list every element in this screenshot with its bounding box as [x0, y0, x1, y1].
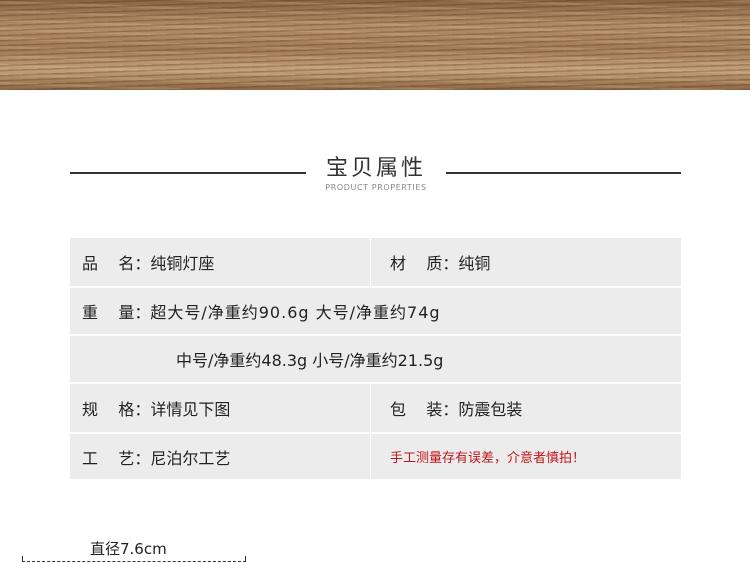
row-value: 纯铜	[458, 254, 491, 273]
label-name: 品 名： 纯铜灯座	[82, 238, 214, 286]
weight-continued: 中号/净重约48.3g 小号/净重约21.5g	[176, 336, 443, 382]
section-header: 宝贝属性 PRODUCT PROPERTIES	[0, 148, 750, 198]
section-subtitle: PRODUCT PROPERTIES	[325, 183, 427, 192]
diameter-label: 直径7.6cm	[90, 540, 167, 558]
warning-text: 手工测量存有误差，介意者慎拍！	[390, 451, 586, 466]
table-row: 规 格： 详情见下图 包 装： 防震包装	[70, 384, 681, 432]
dimension-tick-left	[22, 556, 23, 562]
row-label: 品 名：	[82, 254, 151, 273]
label-craft: 工 艺： 尼泊尔工艺	[82, 434, 230, 479]
table-row: 工 艺： 尼泊尔工艺 手工测量存有误差，介意者慎拍！	[70, 434, 681, 479]
table-row: 重 量： 超大号/净重约90.6g 大号/净重约74g	[70, 288, 681, 334]
warning-note: 手工测量存有误差，介意者慎拍！	[390, 434, 585, 479]
row-label: 包 装：	[390, 400, 459, 419]
wood-banner	[0, 0, 750, 90]
table-row: 中号/净重约48.3g 小号/净重约21.5g	[70, 336, 681, 382]
row-value: 超大号/净重约90.6g 大号/净重约74g	[150, 303, 441, 322]
row-value: 详情见下图	[150, 400, 231, 419]
column-divider	[370, 434, 371, 479]
row-value: 中号/净重约48.3g 小号/净重约21.5g	[176, 351, 444, 370]
row-label: 规 格：	[82, 400, 151, 419]
label-spec: 规 格： 详情见下图	[82, 384, 230, 432]
label-package: 包 装： 防震包装	[390, 384, 522, 432]
column-divider	[370, 238, 371, 286]
label-weight: 重 量： 超大号/净重约90.6g 大号/净重约74g	[82, 288, 441, 334]
title-rule-right	[446, 172, 681, 174]
section-title: 宝贝属性	[325, 156, 426, 181]
row-value: 防震包装	[458, 400, 523, 419]
dimension-tick-right	[245, 556, 246, 562]
row-value: 尼泊尔工艺	[150, 448, 231, 468]
row-label: 工 艺：	[82, 448, 151, 468]
dimension-line	[22, 561, 246, 562]
row-label: 材 质：	[390, 254, 459, 273]
row-value: 纯铜灯座	[150, 254, 215, 273]
table-row: 品 名： 纯铜灯座 材 质： 纯铜	[70, 238, 681, 286]
column-divider	[370, 384, 371, 432]
label-material: 材 质： 纯铜	[390, 238, 490, 286]
title-rule-left	[70, 172, 306, 174]
row-label: 重 量：	[82, 303, 151, 322]
